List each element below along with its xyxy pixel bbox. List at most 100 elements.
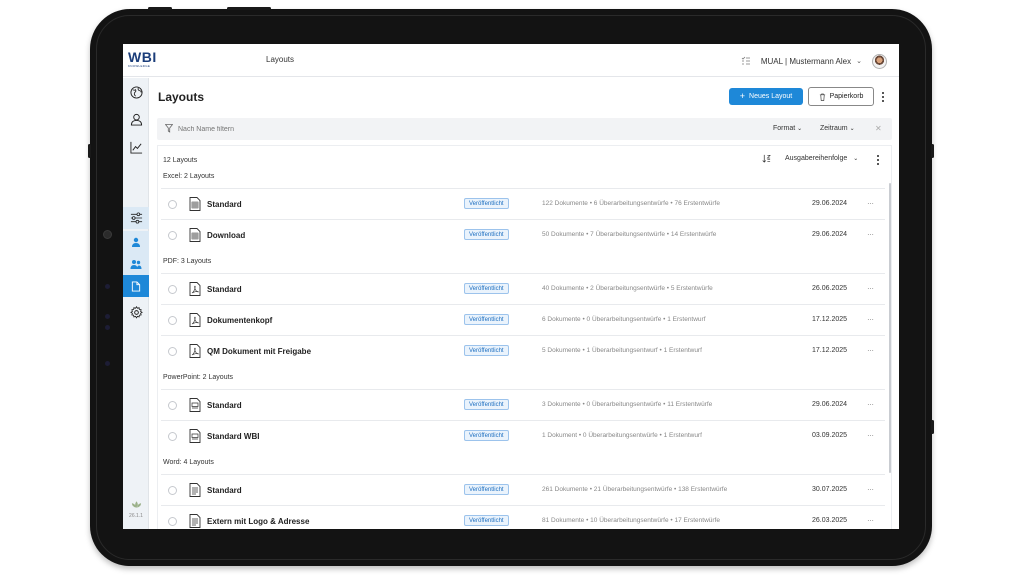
sidebar-item-analytics[interactable] — [123, 136, 149, 158]
trash-label: Papierkorb — [829, 93, 864, 100]
layout-name[interactable]: Dokumentenkopf — [207, 316, 272, 325]
clear-filter-icon[interactable]: ✕ — [875, 124, 882, 133]
row-select-radio[interactable] — [168, 517, 177, 526]
status-badge: Veröffentlicht — [464, 314, 509, 325]
excel-file-icon — [189, 228, 201, 242]
excel-file-icon — [189, 197, 201, 211]
layout-row[interactable]: Dokumentenkopf Veröffentlicht 6 Dokumente … — [161, 304, 885, 335]
row-more-icon[interactable]: ··· — [867, 346, 874, 355]
format-dropdown[interactable]: Format ⌄ — [773, 125, 802, 132]
layout-name[interactable]: QM Dokument mit Freigabe — [207, 347, 311, 356]
row-select-radio[interactable] — [168, 347, 177, 356]
user-icon — [130, 113, 142, 126]
row-select-radio[interactable] — [168, 316, 177, 325]
name-filter-input[interactable] — [178, 123, 378, 135]
row-select-radio[interactable] — [168, 231, 177, 240]
word-file-icon — [189, 514, 201, 528]
sort-control[interactable]: Ausgabereihenfolge ⌄ — [762, 154, 858, 163]
scrollbar[interactable] — [889, 183, 891, 473]
layout-name[interactable]: Standard — [207, 200, 242, 209]
sensor-dot — [105, 361, 110, 366]
layout-row[interactable]: Download Veröffentlicht 50 Dokumente • 7 Ü… — [161, 219, 885, 250]
plus-icon: + — [739, 91, 746, 101]
layout-row[interactable]: Standard Veröffentlicht 40 Dokumente • 2 Ü… — [161, 273, 885, 304]
list-more-icon[interactable] — [874, 154, 882, 166]
pdf-file-icon — [189, 282, 201, 296]
tasks-icon[interactable] — [741, 56, 751, 66]
new-layout-button[interactable]: + Neues Layout — [729, 88, 803, 105]
format-label: Format — [773, 125, 796, 132]
sort-icon — [762, 154, 771, 163]
layout-row[interactable]: Standard Veröffentlicht 122 Dokumente • 6 … — [161, 188, 885, 219]
layout-stats: 5 Dokumente • 1 Überarbeitungsentwurf • … — [542, 347, 702, 354]
group-label: PDF: 3 Layouts — [163, 258, 212, 265]
user-menu[interactable]: MUAL | Mustermann Alex ⌄ — [761, 57, 862, 66]
row-select-radio[interactable] — [168, 285, 177, 294]
row-select-radio[interactable] — [168, 401, 177, 410]
layout-row[interactable]: Extern mit Logo & Adresse Veröffentlicht 8… — [161, 505, 885, 529]
sidebar-item-globe[interactable] — [123, 81, 149, 103]
row-select-radio[interactable] — [168, 432, 177, 441]
wbi-logo[interactable]: WBI KNOWLEDGE — [128, 50, 162, 70]
row-more-icon[interactable]: ··· — [867, 230, 874, 239]
status-badge: Veröffentlicht — [464, 283, 509, 294]
row-more-icon[interactable]: ··· — [867, 315, 874, 324]
status-badge: Veröffentlicht — [464, 484, 509, 495]
layout-name[interactable]: Download — [207, 231, 245, 240]
layout-stats: 50 Dokumente • 7 Überarbeitungsentwürfe … — [542, 231, 717, 238]
top-button — [227, 7, 271, 10]
sidebar-item-profile[interactable] — [123, 108, 149, 130]
layout-stats: 122 Dokumente • 6 Überarbeitungsentwürfe… — [542, 200, 720, 207]
layout-row[interactable]: Standard Veröffentlicht 3 Dokumente • 0 Üb… — [161, 389, 885, 420]
chevron-down-icon: ⌄ — [849, 126, 855, 132]
layout-stats: 6 Dokumente • 0 Überarbeitungsentwürfe •… — [542, 316, 706, 323]
layout-name[interactable]: Standard WBI — [207, 432, 259, 441]
row-more-icon[interactable]: ··· — [867, 400, 874, 409]
status-badge: Veröffentlicht — [464, 430, 509, 441]
page-title: Layouts — [158, 90, 205, 104]
ppt-file-icon — [189, 398, 201, 412]
sidebar: 26.1.1 — [123, 78, 149, 529]
row-select-radio[interactable] — [168, 486, 177, 495]
pdf-file-icon — [189, 344, 201, 358]
layout-stats: 261 Dokumente • 21 Überarbeitungsentwürf… — [542, 486, 728, 493]
layout-stats: 81 Dokumente • 10 Überarbeitungsentwürfe… — [542, 517, 720, 524]
ppt-file-icon — [189, 429, 201, 443]
logo-subtitle: KNOWLEDGE — [128, 64, 151, 68]
layout-date: 26.06.2025 — [812, 285, 848, 292]
sidebar-item-user[interactable] — [123, 231, 149, 253]
sidebar-item-settings-filter[interactable] — [123, 207, 149, 229]
layout-row[interactable]: Standard Veröffentlicht 261 Dokumente • 21… — [161, 474, 885, 505]
layout-name[interactable]: Standard — [207, 486, 242, 495]
status-badge: Veröffentlicht — [464, 345, 509, 356]
status-badge: Veröffentlicht — [464, 515, 509, 526]
group-label: Word: 4 Layouts — [163, 459, 214, 466]
layout-stats: 3 Dokumente • 0 Überarbeitungsentwürfe •… — [542, 401, 713, 408]
avatar[interactable] — [872, 53, 887, 69]
top-bar: WBI KNOWLEDGE Layouts MUAL | Mustermann … — [123, 44, 899, 77]
layout-name[interactable]: Standard — [207, 285, 242, 294]
user-label: MUAL | Mustermann Alex — [760, 56, 852, 66]
layout-name[interactable]: Extern mit Logo & Adresse — [207, 517, 309, 526]
row-more-icon[interactable]: ··· — [867, 284, 874, 293]
sidebar-item-groups[interactable] — [123, 253, 149, 275]
row-more-icon[interactable]: ··· — [867, 431, 874, 440]
layout-row[interactable]: QM Dokument mit Freigabe Veröffentlicht 5 … — [161, 335, 885, 366]
layout-name[interactable]: Standard — [207, 401, 242, 410]
status-badge: Veröffentlicht — [464, 198, 509, 209]
layout-date: 26.03.2025 — [812, 517, 848, 524]
period-label: Zeitraum — [820, 125, 848, 132]
sensor-dot — [105, 314, 110, 319]
layout-stats: 1 Dokument • 0 Überarbeitungsentwürfe • … — [542, 432, 702, 439]
period-dropdown[interactable]: Zeitraum ⌄ — [820, 125, 855, 132]
layout-row[interactable]: Standard WBI Veröffentlicht 1 Dokument • 0… — [161, 420, 885, 451]
row-more-icon[interactable]: ··· — [867, 199, 874, 208]
sidebar-item-settings[interactable] — [123, 301, 149, 323]
more-options-icon[interactable] — [879, 90, 887, 104]
row-more-icon[interactable]: ··· — [867, 485, 874, 494]
row-more-icon[interactable]: ··· — [867, 516, 874, 525]
trash-button[interactable]: Papierkorb — [808, 87, 874, 106]
group-label: Excel: 2 Layouts — [163, 173, 215, 180]
sidebar-item-layouts[interactable] — [123, 275, 149, 297]
row-select-radio[interactable] — [168, 200, 177, 209]
